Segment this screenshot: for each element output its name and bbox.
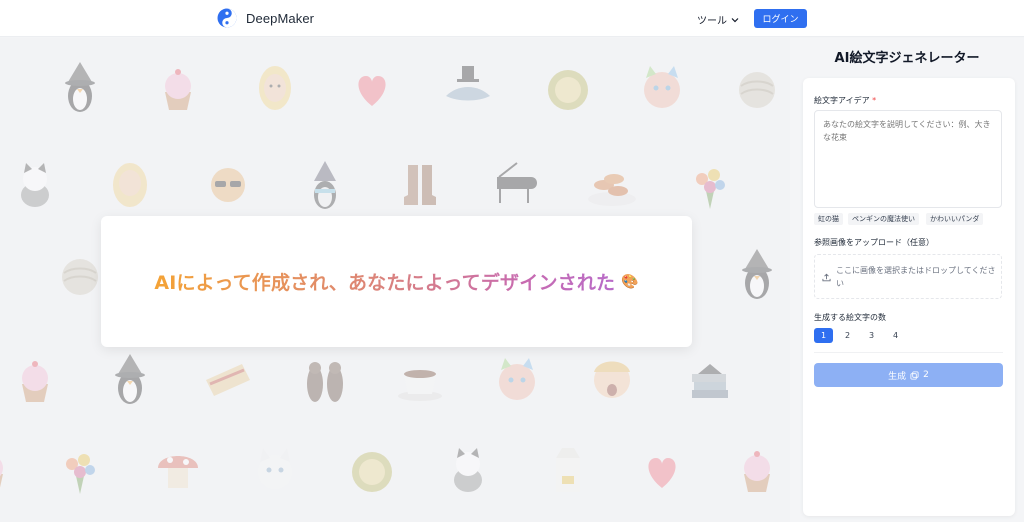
hero-card: AIによって作成され、あなたによってデザインされた 🎨 [101, 216, 692, 347]
palette-icon: 🎨 [621, 273, 639, 290]
count-option-3[interactable]: 3 [862, 328, 881, 343]
tools-label: ツール [697, 16, 727, 27]
login-button[interactable]: ログイン [754, 9, 807, 28]
count-label: 生成する絵文字の数 [814, 313, 886, 322]
brand-name: DeepMaker [246, 10, 315, 26]
idea-input[interactable] [814, 110, 1002, 208]
chip-penguin-wizard[interactable]: ペンギンの魔法使い [848, 213, 919, 225]
generate-label: 生成 [888, 371, 907, 382]
idea-label-row: 絵文字アイデア * [814, 95, 876, 106]
hero-title: AIによって作成され、あなたによってデザインされた [154, 268, 615, 295]
credit-stack-icon [910, 370, 919, 380]
divider [814, 352, 1003, 353]
top-navbar: DeepMaker ツール ログイン [0, 0, 1024, 37]
count-option-2[interactable]: 2 [838, 328, 857, 343]
chevron-down-icon [731, 17, 739, 22]
upload-icon [822, 273, 831, 282]
count-option-1[interactable]: 1 [814, 328, 833, 343]
required-mark: * [872, 96, 877, 105]
yin-yang-logo-icon [217, 8, 237, 28]
chip-cute-panda[interactable]: かわいいパンダ [926, 213, 984, 225]
chip-rainbow-cat[interactable]: 虹の猫 [814, 213, 843, 225]
generate-button[interactable]: 生成 2 [814, 363, 1003, 387]
panel-title: AI絵文字ジェネレーター [834, 51, 980, 66]
idea-label: 絵文字アイデア [814, 96, 870, 105]
brand[interactable]: DeepMaker [217, 8, 314, 28]
tools-menu[interactable]: ツール [697, 12, 739, 27]
upload-text: ここに画像を選択またはドロップしてください [836, 266, 996, 288]
generate-cost: 2 [923, 370, 929, 380]
count-option-4[interactable]: 4 [886, 328, 905, 343]
upload-label: 参照画像をアップロード（任意） [814, 238, 934, 247]
